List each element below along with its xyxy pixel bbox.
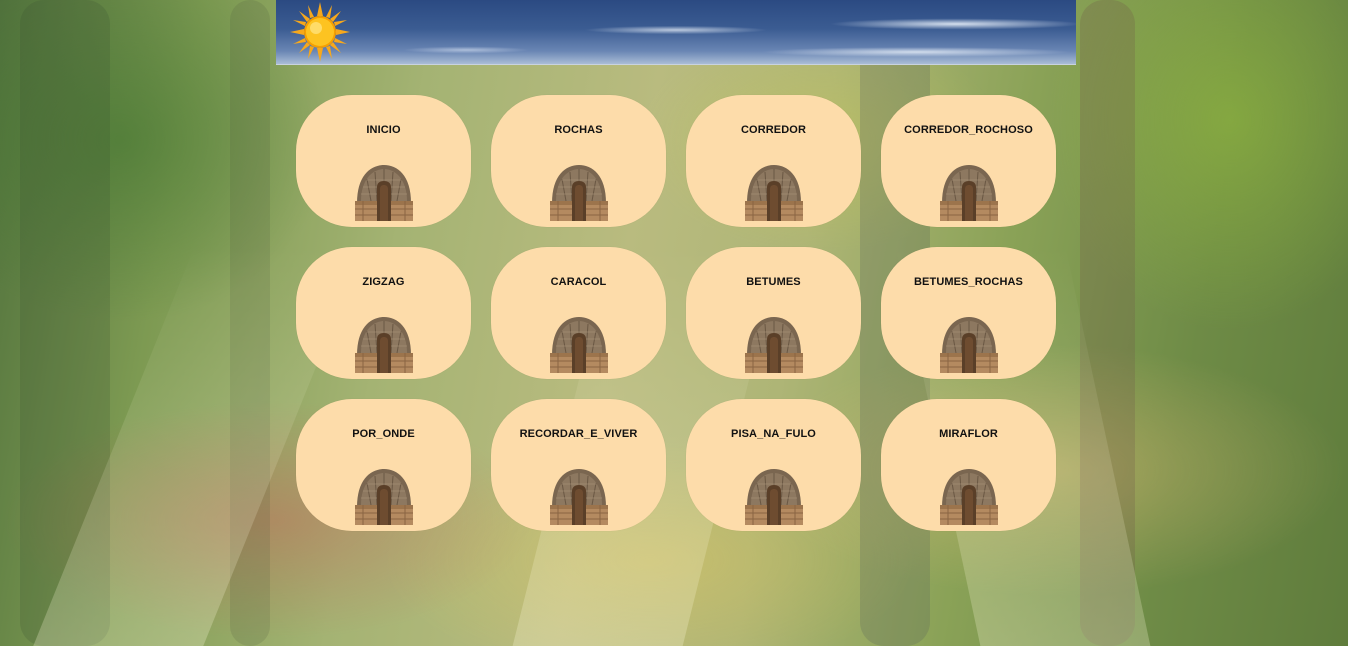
sun-icon (290, 2, 350, 62)
track-card-rochas[interactable]: ROCHAS (491, 95, 666, 227)
track-card-label: MIRAFLOR (939, 428, 998, 440)
track-card-label: PISA_NA_FULO (731, 428, 816, 440)
track-card-label: INICIO (366, 124, 401, 136)
track-card-betumes-rochas[interactable]: BETUMES_ROCHAS (881, 247, 1056, 379)
track-card-label: BETUMES_ROCHAS (914, 276, 1023, 288)
track-card-inicio[interactable]: INICIO (296, 95, 471, 227)
sky-banner (276, 0, 1076, 65)
track-card-zigzag[interactable]: ZIGZAG (296, 247, 471, 379)
track-card-label: ZIGZAG (362, 276, 405, 288)
track-card-label: RECORDAR_E_VIVER (519, 428, 638, 440)
hut-icon (355, 165, 413, 221)
hut-icon (940, 317, 998, 373)
track-card-label: POR_ONDE (352, 428, 415, 440)
track-card-corredor-rochoso[interactable]: CORREDOR_ROCHOSO (881, 95, 1056, 227)
hut-icon (355, 317, 413, 373)
track-card-por-onde[interactable]: POR_ONDE (296, 399, 471, 531)
track-card-miraflor[interactable]: MIRAFLOR (881, 399, 1056, 531)
track-card-label: BETUMES (746, 276, 801, 288)
hut-icon (355, 469, 413, 525)
hut-icon (550, 317, 608, 373)
track-card-betumes[interactable]: BETUMES (686, 247, 861, 379)
hut-icon (940, 469, 998, 525)
track-grid: INICIO ROCHAS CORREDOR CORREDOR_ROCHOSO … (296, 95, 1056, 531)
track-card-recordar-e-viver[interactable]: RECORDAR_E_VIVER (491, 399, 666, 531)
track-card-caracol[interactable]: CARACOL (491, 247, 666, 379)
hut-icon (940, 165, 998, 221)
hut-icon (745, 165, 803, 221)
hut-icon (550, 469, 608, 525)
track-card-pisa-na-fulo[interactable]: PISA_NA_FULO (686, 399, 861, 531)
track-card-label: CARACOL (550, 276, 607, 288)
track-card-label: CORREDOR (741, 124, 806, 136)
track-card-label: ROCHAS (554, 124, 603, 136)
hut-icon (745, 317, 803, 373)
track-card-corredor[interactable]: CORREDOR (686, 95, 861, 227)
hut-icon (745, 469, 803, 525)
hut-icon (550, 165, 608, 221)
track-card-label: CORREDOR_ROCHOSO (904, 124, 1033, 136)
